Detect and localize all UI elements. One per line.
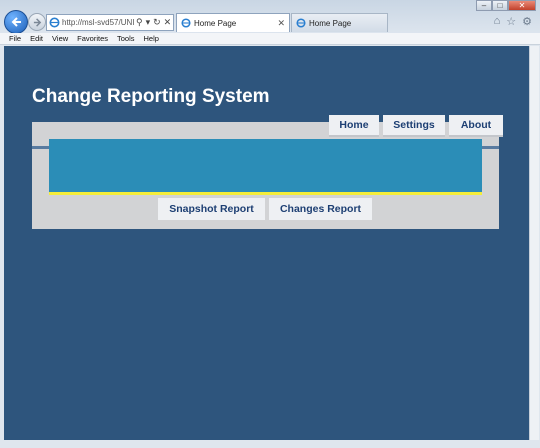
- dropdown-arrow-icon[interactable]: ▾: [146, 17, 151, 28]
- home-icon[interactable]: ⌂: [494, 15, 501, 28]
- page-title: Change Reporting System: [32, 86, 270, 107]
- ie-page-icon: [49, 17, 60, 28]
- banner: [49, 139, 482, 195]
- snapshot-report-button[interactable]: Snapshot Report: [158, 198, 265, 220]
- address-url[interactable]: http://msl-svd57/UNICH: [62, 18, 134, 27]
- browser-window: http://msl-svd57/UNICH ⚲ ▾ ↻ ✕ Home Page…: [0, 0, 540, 448]
- favorites-star-icon[interactable]: ☆: [506, 15, 516, 28]
- minimize-button[interactable]: –: [476, 0, 492, 11]
- report-buttons: Snapshot Report Changes Report: [158, 198, 372, 220]
- changes-report-button[interactable]: Changes Report: [269, 198, 372, 220]
- close-window-button[interactable]: ✕: [508, 0, 536, 11]
- nav-home-button[interactable]: Home: [329, 115, 379, 137]
- status-edge: [4, 440, 538, 448]
- nav-about-button[interactable]: About: [449, 115, 503, 137]
- refresh-icon[interactable]: ↻: [153, 17, 161, 28]
- ie-tab-icon: [296, 18, 306, 28]
- back-arrow-icon: [11, 17, 21, 27]
- menu-favorites[interactable]: Favorites: [77, 34, 108, 43]
- ie-tab-icon: [181, 18, 191, 28]
- menu-help[interactable]: Help: [144, 34, 159, 43]
- menu-bar: File Edit View Favorites Tools Help: [0, 33, 540, 45]
- menu-file[interactable]: File: [9, 34, 21, 43]
- back-button[interactable]: [4, 10, 28, 34]
- top-navigation: Home Settings About: [329, 115, 503, 137]
- forward-arrow-icon: [33, 17, 41, 27]
- menu-edit[interactable]: Edit: [30, 34, 43, 43]
- vertical-scrollbar[interactable]: [529, 46, 539, 440]
- tab-home-page[interactable]: Home Page: [291, 13, 388, 32]
- menu-tools[interactable]: Tools: [117, 34, 135, 43]
- nav-settings-button[interactable]: Settings: [383, 115, 445, 137]
- search-icon[interactable]: ⚲: [136, 17, 143, 28]
- tab-label: Home Page: [194, 18, 237, 28]
- header-panel: Home Settings About Snapshot Report Chan…: [32, 115, 503, 229]
- web-page: Change Reporting System Home Settings Ab…: [4, 46, 529, 440]
- maximize-button[interactable]: □: [492, 0, 508, 11]
- tab-close-icon[interactable]: ✕: [277, 18, 285, 29]
- stop-icon[interactable]: ✕: [164, 17, 172, 28]
- gear-icon[interactable]: ⚙: [522, 15, 532, 28]
- tab-label: Home Page: [309, 18, 352, 28]
- tab-home-page-active[interactable]: Home Page ✕: [176, 13, 290, 32]
- menu-view[interactable]: View: [52, 34, 68, 43]
- address-bar[interactable]: http://msl-svd57/UNICH ⚲ ▾ ↻ ✕: [46, 14, 174, 31]
- browser-tool-icons: ⌂ ☆ ⚙: [494, 15, 532, 28]
- window-controls: – □ ✕: [476, 0, 536, 11]
- forward-button[interactable]: [28, 13, 46, 31]
